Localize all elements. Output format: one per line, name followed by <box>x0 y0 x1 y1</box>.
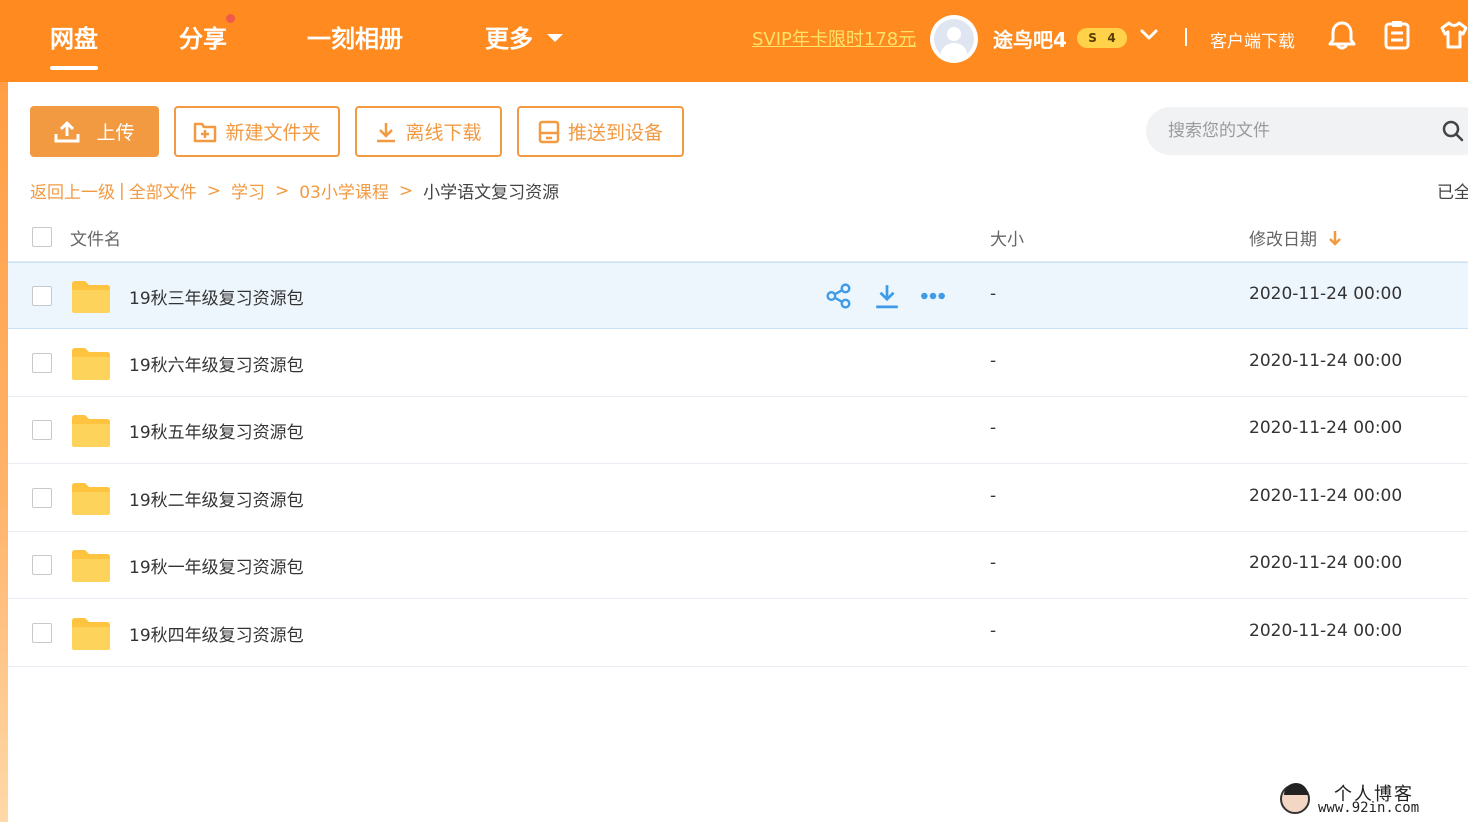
notification-dot <box>226 14 235 23</box>
file-modified-date: 2020-11-24 00:00 <box>1249 284 1403 304</box>
breadcrumb-all-files[interactable]: 全部文件 <box>129 178 197 203</box>
table-row[interactable]: 19秋三年级复习资源包 - 2020-11-24 00:00 <box>8 262 1468 329</box>
file-name[interactable]: 19秋四年级复习资源包 <box>129 621 304 646</box>
badge-symbol: S <box>1088 31 1097 45</box>
table-row[interactable]: 19秋二年级复习资源包 - 2020-11-24 00:00 <box>8 465 1468 532</box>
load-status-text: 已全 <box>1437 183 1468 203</box>
nav-tab-label: 更多 <box>485 24 533 53</box>
more-icon[interactable] <box>920 283 946 309</box>
nav-tab-label: 一刻相册 <box>307 24 403 53</box>
search-box <box>1146 107 1468 155</box>
offline-download-label: 离线下载 <box>405 122 482 144</box>
file-panel: 上传 新建文件夹 离线下载 推送到设备 返回上一级 <box>8 82 1468 822</box>
select-all-checkbox[interactable] <box>32 227 52 247</box>
table-row[interactable]: 19秋五年级复习资源包 - 2020-11-24 00:00 <box>8 397 1468 464</box>
avatar[interactable] <box>930 15 978 63</box>
folder-icon <box>72 550 110 582</box>
file-name[interactable]: 19秋一年级复习资源包 <box>129 553 304 578</box>
breadcrumb-separator: > <box>274 180 290 201</box>
divider <box>1185 28 1187 46</box>
table-row[interactable]: 19秋六年级复习资源包 - 2020-11-24 00:00 <box>8 330 1468 397</box>
breadcrumb-back[interactable]: 返回上一级 <box>30 178 115 203</box>
breadcrumb-separator: > <box>206 180 221 201</box>
row-checkbox[interactable] <box>32 622 52 643</box>
folder-icon <box>72 347 110 380</box>
file-size: - <box>990 284 997 304</box>
file-name[interactable]: 19秋六年级复习资源包 <box>129 351 304 376</box>
column-size-header[interactable]: 大小 <box>990 225 1024 250</box>
breadcrumb-current: 小学语文复习资源 <box>423 183 560 203</box>
table-row[interactable]: 19秋四年级复习资源包 - 2020-11-24 00:00 <box>8 600 1468 667</box>
bell-icon[interactable] <box>1328 20 1356 50</box>
table-header: 文件名 大小 修改日期 <box>8 216 1468 262</box>
breadcrumb-level-2[interactable]: 03小学课程 <box>299 178 389 203</box>
file-size: - <box>990 620 997 641</box>
column-date-header[interactable]: 修改日期 <box>1249 225 1317 250</box>
watermark: 个人博客 www.92in.com <box>1272 778 1468 822</box>
row-checkbox[interactable] <box>32 555 52 575</box>
breadcrumb-level-1[interactable]: 学习 <box>231 178 265 203</box>
row-checkbox[interactable] <box>32 286 52 306</box>
file-modified-date: 2020-11-24 00:00 <box>1249 485 1403 506</box>
file-modified-date: 2020-11-24 00:00 <box>1249 350 1403 371</box>
badge-level: 4 <box>1107 31 1116 45</box>
breadcrumb-separator: > <box>398 180 414 201</box>
file-modified-date: 2020-11-24 00:00 <box>1249 620 1403 641</box>
vip-level-badge: S 4 <box>1077 28 1127 48</box>
nav-tab-netdisk[interactable]: 网盘 <box>50 0 98 72</box>
file-size: - <box>990 485 997 506</box>
sort-desc-icon[interactable] <box>1328 229 1342 247</box>
folder-plus-icon <box>194 122 217 142</box>
nav-tab-album[interactable]: 一刻相册 <box>307 0 403 72</box>
cartoon-avatar-icon <box>1280 783 1310 814</box>
upload-icon <box>54 121 80 142</box>
file-modified-date: 2020-11-24 00:00 <box>1249 418 1403 438</box>
device-icon <box>538 120 560 143</box>
clipboard-icon[interactable] <box>1384 20 1410 50</box>
upload-button[interactable]: 上传 <box>30 106 159 157</box>
share-icon[interactable] <box>826 283 852 309</box>
username[interactable]: 途鸟吧4 <box>993 24 1067 53</box>
search-input[interactable] <box>1168 121 1428 141</box>
breadcrumb: 返回上一级 | 全部文件 > 学习 > 03小学课程 > 小学语文复习资源 <box>30 178 560 204</box>
new-folder-label: 新建文件夹 <box>225 122 321 144</box>
push-to-device-label: 推送到设备 <box>567 122 663 144</box>
nav-tab-more[interactable]: 更多 <box>485 0 563 72</box>
download-icon <box>377 122 396 142</box>
chevron-down-icon[interactable] <box>1140 28 1158 42</box>
nav-tab-label: 分享 <box>179 24 227 53</box>
download-icon[interactable] <box>874 283 900 309</box>
watermark-url: www.92in.com <box>1318 800 1420 816</box>
search-icon[interactable] <box>1442 120 1464 142</box>
push-to-device-button[interactable]: 推送到设备 <box>517 106 684 157</box>
folder-icon <box>72 617 110 650</box>
offline-download-button[interactable]: 离线下载 <box>355 106 502 157</box>
new-folder-button[interactable]: 新建文件夹 <box>174 106 340 157</box>
nav-tab-label: 网盘 <box>50 24 98 53</box>
table-row[interactable]: 19秋一年级复习资源包 - 2020-11-24 00:00 <box>8 532 1468 599</box>
svip-promo-link[interactable]: SVIP年卡限时178元 <box>752 25 916 51</box>
folder-icon <box>72 482 110 515</box>
file-size: - <box>990 553 997 573</box>
column-name-header[interactable]: 文件名 <box>70 225 121 250</box>
client-download-link[interactable]: 客户端下载 <box>1210 27 1295 52</box>
nav-tab-share[interactable]: 分享 <box>179 0 235 72</box>
folder-icon <box>72 281 110 313</box>
row-checkbox[interactable] <box>32 420 52 440</box>
file-modified-date: 2020-11-24 00:00 <box>1249 553 1403 573</box>
file-name[interactable]: 19秋二年级复习资源包 <box>129 486 304 511</box>
folder-icon <box>72 415 110 447</box>
caret-down-icon <box>547 34 563 42</box>
file-size: - <box>990 350 997 371</box>
shirt-icon[interactable] <box>1440 20 1468 50</box>
file-size: - <box>990 418 997 438</box>
row-checkbox[interactable] <box>32 352 52 373</box>
breadcrumb-bar-separator: | <box>119 180 125 201</box>
upload-label: 上传 <box>96 122 135 144</box>
file-name[interactable]: 19秋五年级复习资源包 <box>129 418 304 443</box>
row-checkbox[interactable] <box>32 487 52 508</box>
top-navigation-bar: 网盘 分享 一刻相册 更多 SVIP年卡限时178元 途鸟吧4 S 4 客户端下… <box>0 0 1468 82</box>
file-name[interactable]: 19秋三年级复习资源包 <box>129 284 304 309</box>
user-silhouette-icon <box>934 19 974 59</box>
